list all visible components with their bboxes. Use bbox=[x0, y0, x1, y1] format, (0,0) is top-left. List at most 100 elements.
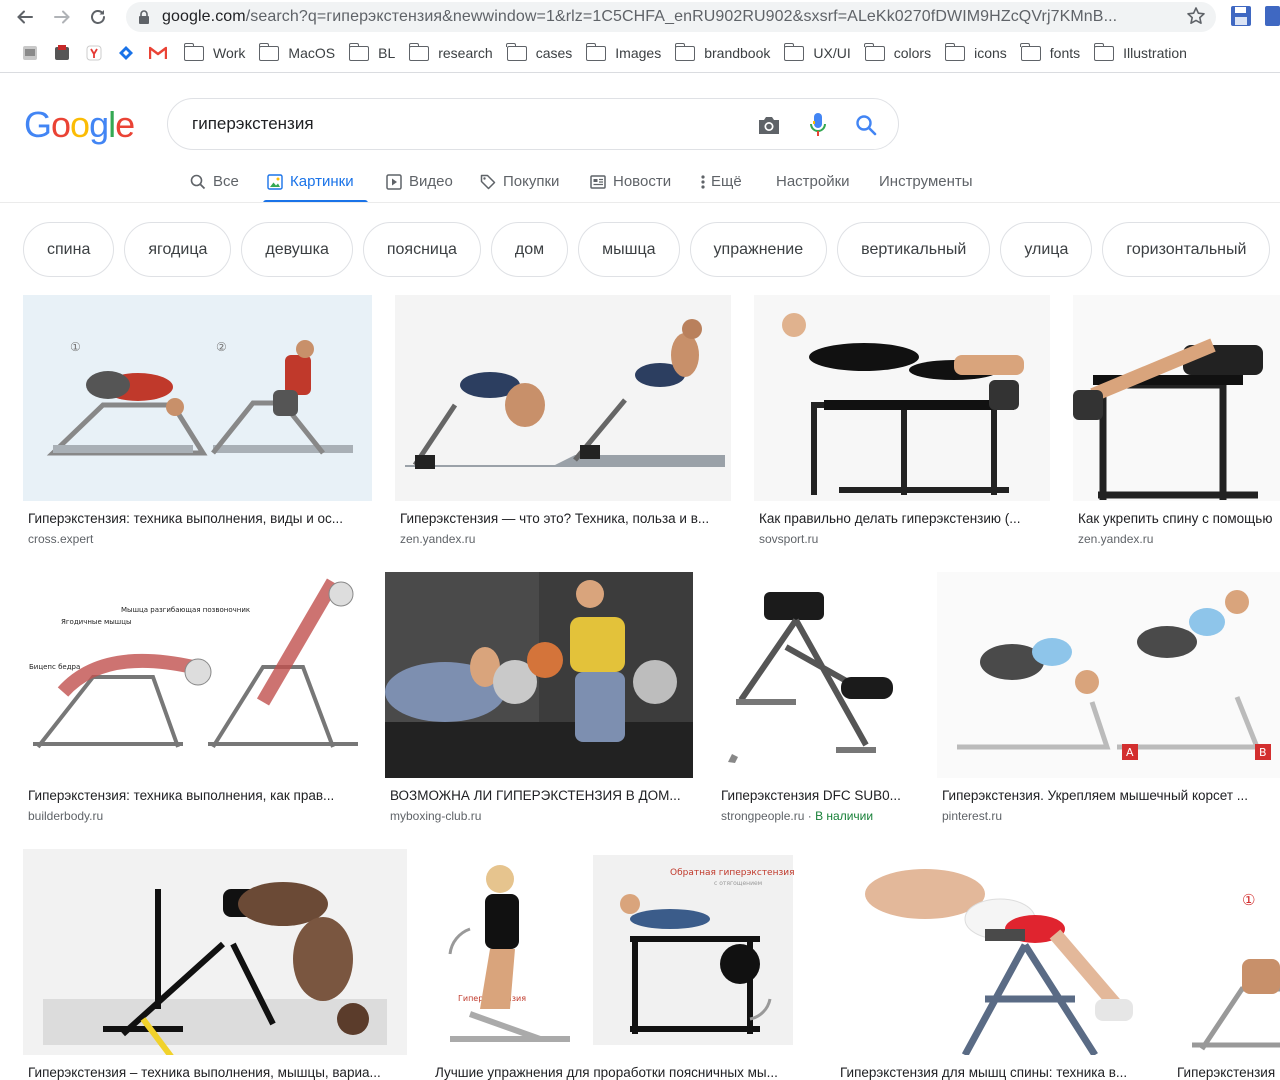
search-by-image-button[interactable] bbox=[755, 111, 783, 139]
image-result[interactable]: ① Гиперэкстензия bbox=[1172, 849, 1280, 1080]
chip-spina[interactable]: спина bbox=[23, 222, 115, 277]
chip-gorizontalny[interactable]: горизонтальный bbox=[1102, 222, 1271, 277]
image-result[interactable]: Как правильно делать гиперэкстензию (...… bbox=[754, 295, 1050, 555]
forward-button[interactable] bbox=[50, 5, 74, 29]
tab-more[interactable]: Ещё bbox=[701, 160, 742, 203]
result-source[interactable]: myboxing-club.ru bbox=[390, 809, 481, 823]
result-title[interactable]: Гиперэкстензия: техника выполнения, виды… bbox=[28, 511, 366, 526]
arrow-right-icon bbox=[54, 10, 70, 24]
image-result[interactable]: Гиперэкстензия – техника выполнения, мыш… bbox=[23, 849, 407, 1080]
result-title[interactable]: Гиперэкстензия – техника выполнения, мыш… bbox=[28, 1065, 404, 1080]
image-result[interactable]: Гиперэкстензия DFC SUB0... strongpeople.… bbox=[716, 572, 914, 830]
exercise-photo-image bbox=[1073, 295, 1280, 501]
search-button[interactable] bbox=[852, 111, 880, 139]
save-extension-button[interactable] bbox=[1230, 5, 1252, 27]
bookmark-app-icon[interactable] bbox=[53, 44, 71, 62]
result-title[interactable]: Гиперэкстензия bbox=[1177, 1065, 1280, 1080]
result-title[interactable]: Гиперэкстензия: техника выполнения, как … bbox=[28, 788, 358, 803]
result-title[interactable]: Гиперэкстензия для мышц спины: техника в… bbox=[840, 1065, 1147, 1080]
chip-yagoditsa[interactable]: ягодица bbox=[124, 222, 232, 277]
chip-devushka[interactable]: девушка bbox=[241, 222, 353, 277]
yandex-icon[interactable] bbox=[85, 44, 103, 62]
bookmark-folder-work[interactable]: Work bbox=[183, 42, 245, 61]
bookmark-folder-illustration[interactable]: Illustration bbox=[1093, 42, 1187, 61]
bookmark-folder-icons[interactable]: icons bbox=[944, 42, 1007, 61]
exercise-photo-image bbox=[395, 295, 731, 501]
chip-dom[interactable]: дом bbox=[490, 222, 569, 277]
google-logo[interactable]: Google bbox=[24, 104, 135, 146]
bookmark-folder-research[interactable]: research bbox=[408, 42, 493, 61]
tab-images[interactable]: Картинки bbox=[263, 160, 368, 203]
chip-vertikalny[interactable]: вертикальный bbox=[837, 222, 991, 277]
result-title[interactable]: Гиперэкстензия DFC SUB0... bbox=[721, 788, 911, 803]
reload-button[interactable] bbox=[86, 5, 110, 29]
bookmark-folder-uxui[interactable]: UX/UI bbox=[783, 42, 851, 61]
image-result[interactable]: Гиперэкстензия для мышц спины: техника в… bbox=[835, 849, 1150, 1080]
bookmark-page-icon[interactable] bbox=[21, 44, 39, 62]
folder-icon bbox=[585, 42, 607, 61]
bookmark-folder-fonts[interactable]: fonts bbox=[1020, 42, 1080, 61]
folder-icon bbox=[348, 42, 370, 61]
result-thumbnail[interactable]: Ягодичные мышцы Мышца разгибающая позвон… bbox=[23, 572, 363, 778]
result-source[interactable]: zen.yandex.ru bbox=[1078, 532, 1153, 546]
result-source[interactable]: sovsport.ru bbox=[759, 532, 818, 546]
chip-label: дом bbox=[514, 240, 545, 258]
folder-icon bbox=[183, 42, 204, 61]
bookmark-star-button[interactable] bbox=[1184, 4, 1208, 28]
folder-icon bbox=[258, 42, 280, 61]
result-title[interactable]: ВОЗМОЖНА ЛИ ГИПЕРЭКСТЕНЗИЯ В ДОМ... bbox=[390, 788, 690, 803]
tab-news[interactable]: Новости bbox=[590, 160, 671, 203]
bookmark-folder-brandbook[interactable]: brandbook bbox=[674, 42, 770, 61]
result-thumbnail[interactable]: ① bbox=[1172, 849, 1280, 1055]
result-thumbnail[interactable]: Обратная гиперэкстензия с отягощением Ги… bbox=[430, 849, 812, 1055]
chip-myshtsa[interactable]: мышца bbox=[578, 222, 680, 277]
result-thumbnail[interactable] bbox=[754, 295, 1050, 501]
bookmark-folder-images[interactable]: Images bbox=[585, 42, 661, 61]
diamond-icon[interactable] bbox=[117, 44, 135, 62]
result-source[interactable]: strongpeople.ru · В наличии bbox=[721, 809, 873, 823]
image-result[interactable]: A B Гиперэкстензия. Укрепляем мышечный к… bbox=[937, 572, 1280, 830]
image-result[interactable]: Как укрепить спину с помощью zen.yandex.… bbox=[1073, 295, 1280, 555]
result-source[interactable]: cross.expert bbox=[28, 532, 93, 546]
bookmark-folder-bl[interactable]: BL bbox=[348, 42, 395, 61]
result-thumbnail[interactable] bbox=[835, 849, 1150, 1055]
image-result[interactable]: Обратная гиперэкстензия с отягощением Ги… bbox=[430, 849, 812, 1080]
back-button[interactable] bbox=[13, 5, 37, 29]
chip-ulitsa[interactable]: улица bbox=[1000, 222, 1093, 277]
result-thumbnail[interactable] bbox=[23, 849, 407, 1055]
bookmark-folder-macos[interactable]: MacOS bbox=[258, 42, 335, 61]
result-title[interactable]: Как укрепить спину с помощью bbox=[1078, 511, 1280, 526]
chip-poyasnitsa[interactable]: поясница bbox=[362, 222, 481, 277]
result-title[interactable]: Гиперэкстензия. Укрепляем мышечный корсе… bbox=[942, 788, 1275, 803]
image-result[interactable]: Гиперэкстензия — что это? Техника, польз… bbox=[395, 295, 731, 555]
tab-settings[interactable]: Настройки bbox=[776, 160, 850, 203]
result-title[interactable]: Гиперэкстензия — что это? Техника, польз… bbox=[400, 511, 725, 526]
image-result[interactable]: ① ② Гиперэкстензия: техника выполнения, … bbox=[23, 295, 373, 555]
result-thumbnail[interactable]: A B bbox=[937, 572, 1280, 778]
chip-label: поясница bbox=[386, 240, 457, 258]
result-thumbnail[interactable] bbox=[385, 572, 693, 778]
result-thumbnail[interactable] bbox=[1073, 295, 1280, 501]
result-source[interactable]: zen.yandex.ru bbox=[400, 532, 475, 546]
result-thumbnail[interactable] bbox=[395, 295, 731, 501]
tab-video[interactable]: Видео bbox=[386, 160, 453, 203]
result-source[interactable]: pinterest.ru bbox=[942, 809, 1002, 823]
image-result[interactable]: Ягодичные мышцы Мышца разгибающая позвон… bbox=[23, 572, 363, 830]
result-thumbnail[interactable]: ① ② bbox=[23, 295, 372, 501]
result-title[interactable]: Как правильно делать гиперэкстензию (... bbox=[759, 511, 1045, 526]
tab-all[interactable]: Все bbox=[190, 160, 239, 203]
bookmark-folder-colors[interactable]: colors bbox=[864, 42, 931, 61]
result-thumbnail[interactable] bbox=[716, 572, 914, 778]
bookmark-folder-cases[interactable]: cases bbox=[506, 42, 572, 61]
gmail-icon[interactable] bbox=[149, 44, 167, 62]
result-title[interactable]: Лучшие упражнения для проработки пояснич… bbox=[435, 1065, 809, 1080]
tab-shopping[interactable]: Покупки bbox=[480, 160, 559, 203]
address-bar[interactable]: google.com/search?q=гиперэкстензия&newwi… bbox=[126, 2, 1216, 32]
chip-uprazhnenie[interactable]: упражнение bbox=[689, 222, 828, 277]
extension-button[interactable] bbox=[1264, 5, 1280, 27]
image-result[interactable]: ВОЗМОЖНА ЛИ ГИПЕРЭКСТЕНЗИЯ В ДОМ... mybo… bbox=[385, 572, 693, 830]
result-source[interactable]: builderbody.ru bbox=[28, 809, 103, 823]
voice-search-button[interactable] bbox=[804, 111, 832, 139]
tab-tools[interactable]: Инструменты bbox=[879, 160, 973, 203]
search-input[interactable] bbox=[192, 114, 752, 134]
